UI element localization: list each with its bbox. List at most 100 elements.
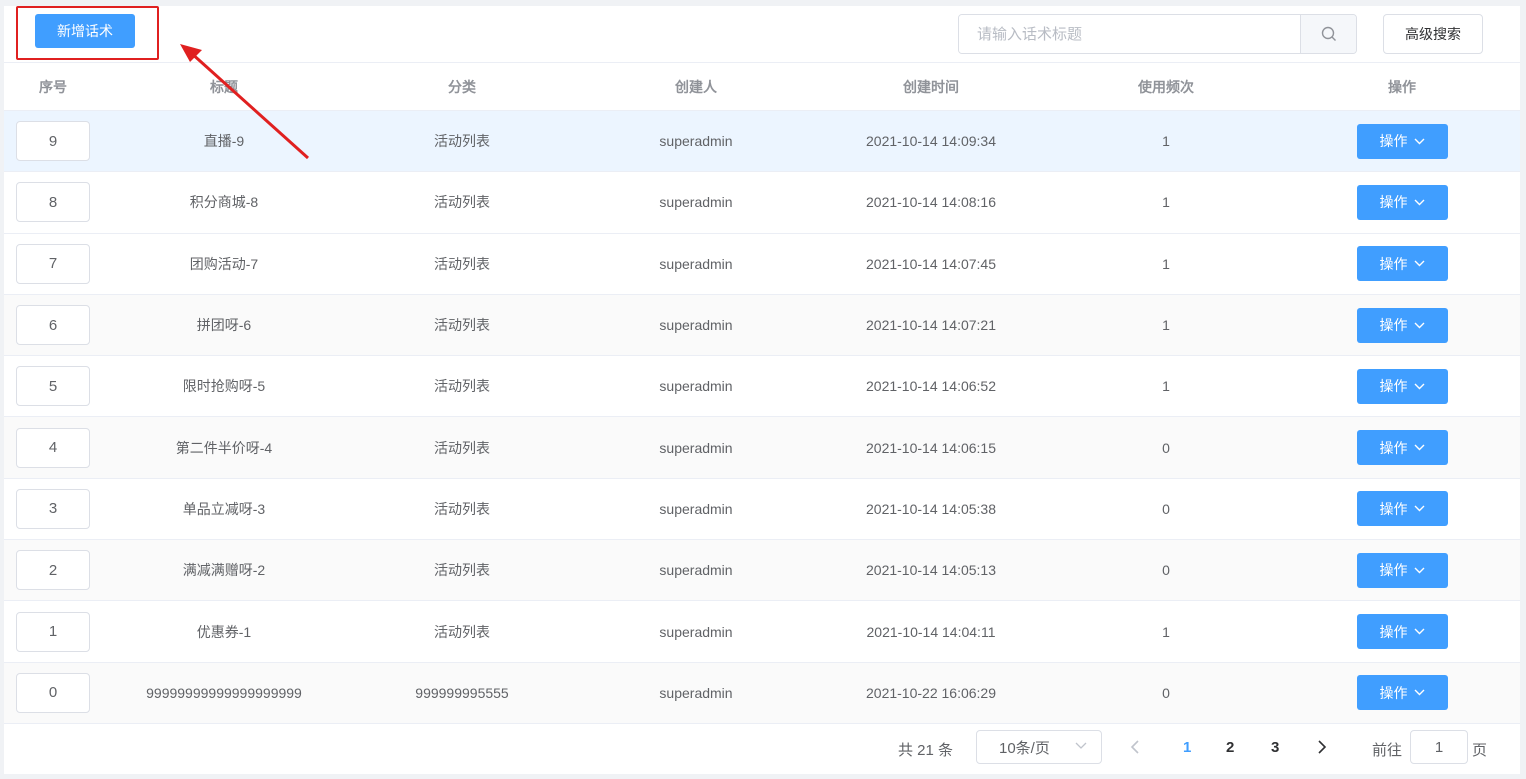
cell-category: 活动列表	[434, 378, 490, 395]
cell-created-time: 2021-10-14 14:09:34	[866, 133, 996, 150]
cell-title: 团购活动-7	[189, 255, 259, 272]
table-row: 0 99999999999999999999 999999995555 supe…	[4, 662, 1520, 724]
cell-created-time: 2021-10-14 14:04:11	[866, 623, 996, 640]
chevron-down-icon	[1414, 260, 1424, 267]
header-actions: 操作	[1388, 78, 1416, 95]
toolbar: 新增话术 高级搜索	[4, 6, 1520, 160]
page-unit-label: 页	[1472, 742, 1488, 759]
add-script-button[interactable]: 新增话术	[35, 14, 135, 48]
seq-input[interactable]: 9	[16, 121, 90, 162]
cell-created-time: 2021-10-14 14:07:45	[866, 255, 996, 272]
actions-label: 操作	[1379, 684, 1408, 701]
cell-created-time: 2021-10-14 14:06:52	[866, 378, 996, 395]
actions-label: 操作	[1379, 500, 1408, 517]
table-row: 2 满减满赠呀-2 活动列表 superadmin 2021-10-14 14:…	[4, 539, 1520, 601]
seq-input[interactable]: 8	[16, 182, 90, 223]
header-category: 分类	[448, 78, 476, 95]
seq-input[interactable]: 3	[16, 488, 90, 529]
cell-usage-count: 1	[1162, 133, 1170, 150]
table-row: 1 优惠券-1 活动列表 superadmin 2021-10-14 14:04…	[4, 601, 1520, 663]
actions-label: 操作	[1379, 133, 1408, 150]
page-size-value: 10条/页	[999, 739, 1050, 757]
cell-creator: superadmin	[659, 317, 733, 334]
cell-category: 活动列表	[434, 562, 490, 579]
cell-creator: superadmin	[659, 194, 733, 211]
page-number-1[interactable]: 1	[1183, 739, 1191, 756]
chevron-right-icon[interactable]	[1317, 740, 1327, 754]
actions-dropdown-button[interactable]: 操作	[1356, 675, 1448, 711]
seq-input[interactable]: 7	[16, 243, 90, 284]
seq-input[interactable]: 5	[16, 366, 90, 407]
search-box	[958, 14, 1357, 54]
chevron-down-icon	[1414, 383, 1424, 390]
cell-created-time: 2021-10-22 16:06:29	[866, 684, 996, 701]
actions-dropdown-button[interactable]: 操作	[1356, 614, 1448, 650]
cell-created-time: 2021-10-14 14:08:16	[866, 194, 996, 211]
actions-dropdown-button[interactable]: 操作	[1356, 430, 1448, 466]
main-panel: 新增话术 高级搜索 序号 标题 分类 创	[4, 6, 1520, 774]
table-row: 8 积分商城-8 活动列表 superadmin 2021-10-14 14:0…	[4, 172, 1520, 234]
cell-category: 活动列表	[434, 623, 490, 640]
table-row: 5 限时抢购呀-5 活动列表 superadmin 2021-10-14 14:…	[4, 356, 1520, 417]
cell-created-time: 2021-10-14 14:07:21	[866, 317, 996, 334]
cell-creator: superadmin	[659, 378, 733, 395]
cell-usage-count: 0	[1162, 500, 1170, 517]
actions-dropdown-button[interactable]: 操作	[1356, 491, 1448, 527]
actions-label: 操作	[1379, 378, 1408, 395]
cell-usage-count: 1	[1162, 255, 1170, 272]
search-button[interactable]	[1300, 15, 1356, 53]
actions-label: 操作	[1379, 255, 1408, 272]
seq-input[interactable]: 4	[16, 427, 90, 468]
actions-dropdown-button[interactable]: 操作	[1356, 552, 1448, 588]
cell-title: 第二件半价呀-4	[175, 439, 273, 456]
cell-usage-count: 1	[1162, 194, 1170, 211]
cell-creator: superadmin	[659, 255, 733, 272]
goto-page-input[interactable]	[1410, 730, 1468, 764]
header-usage-count: 使用频次	[1138, 78, 1194, 95]
search-input[interactable]	[959, 15, 1300, 53]
seq-input[interactable]: 0	[16, 672, 90, 713]
seq-input[interactable]: 1	[16, 611, 90, 652]
cell-title: 拼团呀-6	[196, 317, 252, 334]
cell-created-time: 2021-10-14 14:06:15	[866, 439, 996, 456]
cell-category: 活动列表	[434, 194, 490, 211]
table-header-row: 序号 标题 分类 创建人 创建时间 使用频次 操作	[4, 62, 1520, 111]
cell-usage-count: 1	[1162, 623, 1170, 640]
chevron-down-icon	[1414, 567, 1424, 574]
chevron-left-icon[interactable]	[1130, 740, 1140, 754]
cell-title: 限时抢购呀-5	[182, 378, 266, 395]
actions-dropdown-button[interactable]: 操作	[1356, 123, 1448, 159]
actions-dropdown-button[interactable]: 操作	[1356, 368, 1448, 404]
page-size-select[interactable]: 10条/页	[976, 730, 1102, 764]
seq-input[interactable]: 6	[16, 305, 90, 346]
page-number-3[interactable]: 3	[1271, 739, 1279, 756]
header-creator: 创建人	[675, 78, 717, 95]
actions-dropdown-button[interactable]: 操作	[1356, 246, 1448, 282]
chevron-down-icon	[1414, 689, 1424, 696]
actions-dropdown-button[interactable]: 操作	[1356, 184, 1448, 220]
header-created-time: 创建时间	[903, 78, 959, 95]
scripts-table: 序号 标题 分类 创建人 创建时间 使用频次 操作 9 直播-9 活动列表 su…	[4, 62, 1520, 724]
cell-title: 满减满赠呀-2	[182, 562, 266, 579]
chevron-down-icon	[1414, 199, 1424, 206]
chevron-down-icon	[1414, 138, 1424, 145]
cell-creator: superadmin	[659, 500, 733, 517]
actions-label: 操作	[1379, 194, 1408, 211]
cell-category: 活动列表	[434, 255, 490, 272]
cell-usage-count: 1	[1162, 378, 1170, 395]
chevron-down-icon	[1414, 505, 1424, 512]
page-number-2[interactable]: 2	[1226, 739, 1234, 756]
pagination: 共 21 条 10条/页 1 2 3 前往 页	[4, 730, 1520, 770]
cell-title: 直播-9	[203, 133, 245, 150]
chevron-down-icon	[1414, 322, 1424, 329]
actions-dropdown-button[interactable]: 操作	[1356, 307, 1448, 343]
cell-category: 活动列表	[434, 500, 490, 517]
cell-title: 99999999999999999999	[146, 684, 302, 701]
cell-created-time: 2021-10-14 14:05:38	[866, 500, 996, 517]
advanced-search-button[interactable]: 高级搜索	[1383, 14, 1483, 54]
search-icon	[1321, 26, 1336, 41]
actions-label: 操作	[1379, 439, 1408, 456]
actions-label: 操作	[1379, 317, 1408, 334]
cell-usage-count: 0	[1162, 684, 1170, 701]
seq-input[interactable]: 2	[16, 550, 90, 591]
